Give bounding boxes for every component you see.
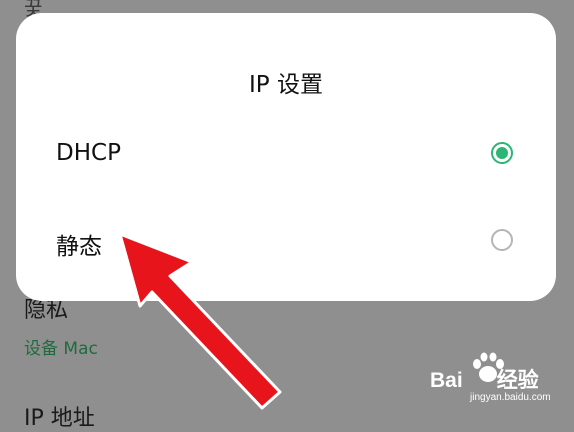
watermark-brand-right: 经验 — [496, 369, 539, 392]
watermark-brand: Bai 经验 — [430, 364, 539, 394]
watermark-brand-left: Bai — [430, 369, 463, 392]
watermark-url: jingyan.baidu.com — [470, 392, 551, 403]
